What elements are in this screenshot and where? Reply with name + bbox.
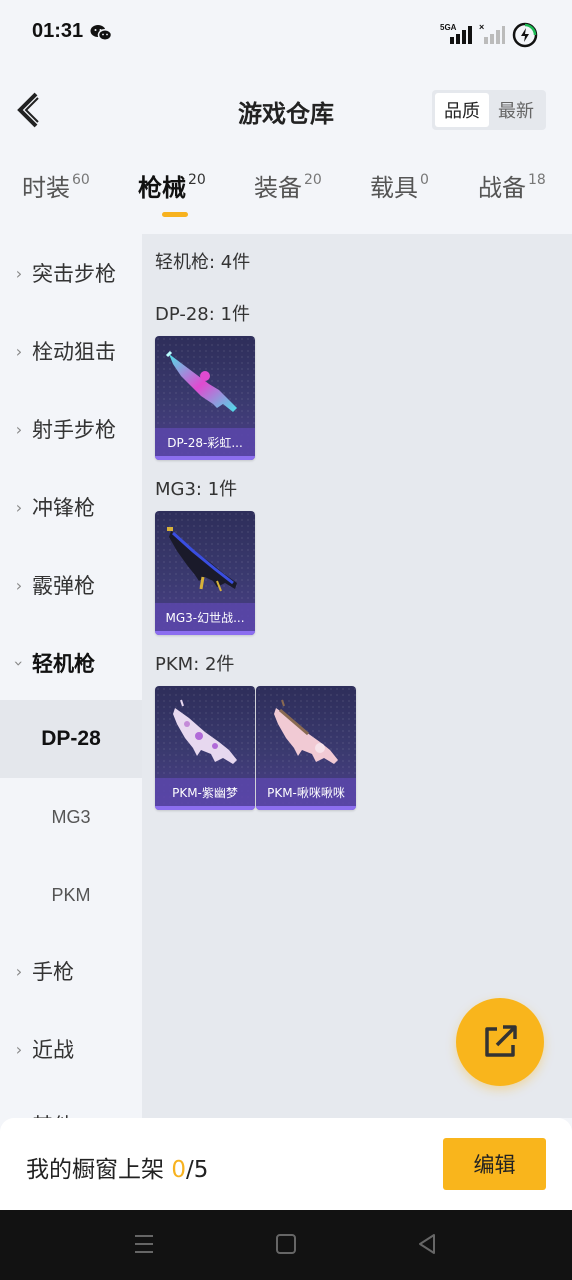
- showcase-shelf-label: 我的橱窗上架 0/5: [26, 1150, 208, 1184]
- back-triangle-icon[interactable]: [416, 1232, 438, 1260]
- shelf-label-text: 我的橱窗上架: [26, 1157, 164, 1183]
- item-name: DP-28-彩虹...: [155, 428, 255, 456]
- item-name: PKM-紫幽梦: [155, 778, 255, 806]
- tab-label: 载具: [370, 174, 418, 202]
- item-card[interactable]: PKM-啾咪啾咪: [256, 686, 356, 810]
- chevron-right-icon: ›: [15, 263, 23, 283]
- tab-count: 60: [72, 172, 90, 188]
- sidebar-item-smg[interactable]: › 冲锋枪: [0, 468, 142, 546]
- lmg-dark-skin-icon: [167, 527, 237, 592]
- tab-label: 战备: [478, 174, 526, 202]
- chevron-right-icon: ›: [15, 961, 23, 981]
- sort-newest-option[interactable]: 最新: [489, 93, 543, 127]
- tab-count: 18: [528, 172, 546, 188]
- battery-charging-icon: [512, 22, 538, 52]
- sidebar-item-label: 射手步枪: [32, 418, 116, 442]
- showcase-bar: 我的橱窗上架 0/5 编辑: [0, 1118, 572, 1210]
- category-title: PKM: 2件: [155, 654, 235, 675]
- sidebar-item-label: 突击步枪: [32, 262, 116, 286]
- chevron-right-icon: ›: [15, 419, 23, 439]
- tab-supplies[interactable]: 战备 18: [478, 168, 546, 224]
- status-time: 01:31: [32, 20, 84, 42]
- svg-text:×: ×: [479, 22, 484, 32]
- sidebar-sub-dp28[interactable]: DP-28: [0, 700, 142, 778]
- network-label: 5GA: [440, 23, 457, 32]
- tab-label: 枪械: [138, 174, 186, 202]
- chevron-right-icon: ›: [15, 575, 23, 595]
- sort-toggle: 品质 最新: [432, 90, 546, 130]
- sidebar-item-label: 栓动狙击: [32, 340, 116, 364]
- tab-count: 20: [304, 172, 322, 188]
- sidebar-item-melee[interactable]: › 近战: [0, 1010, 142, 1088]
- sidebar-item-label: 手枪: [32, 960, 74, 984]
- share-external-icon: [485, 1025, 517, 1057]
- inventory-content: 轻机枪: 4件 DP-28: 1件 DP-28-彩虹... MG3: 1件 MG…: [142, 234, 572, 1118]
- lmg-purple-skin-icon: [173, 699, 237, 764]
- status-bar: 01:31 5GA ×: [0, 0, 572, 68]
- sidebar-sub-pkm[interactable]: PKM: [0, 856, 142, 934]
- header: 游戏仓库 品质 最新: [0, 68, 572, 154]
- sidebar-item-shotgun[interactable]: › 霰弹枪: [0, 546, 142, 624]
- sidebar-item-other[interactable]: › 其他: [0, 1086, 142, 1118]
- weapon-type-sidebar: › 突击步枪 › 栓动狙击 › 射手步枪 › 冲锋枪 › 霰弹枪 › 轻机枪 D…: [0, 234, 142, 1118]
- shelf-total-count: /5: [185, 1157, 209, 1183]
- sidebar-item-label: 其他: [32, 1110, 74, 1118]
- system-nav-bar: [0, 1210, 572, 1280]
- sidebar-item-assault-rifle[interactable]: › 突击步枪: [0, 234, 142, 312]
- signal-5g-icon: 5GA: [438, 22, 474, 50]
- lmg-rainbow-skin-icon: [165, 350, 237, 412]
- tab-active-indicator: [162, 212, 188, 217]
- group-title: 轻机枪: 4件: [155, 252, 251, 273]
- sidebar-item-lmg[interactable]: › 轻机枪: [0, 624, 142, 702]
- chevron-right-icon: ›: [15, 1039, 23, 1059]
- menu-icon[interactable]: [133, 1232, 155, 1260]
- item-card[interactable]: DP-28-彩虹...: [155, 336, 255, 460]
- sidebar-item-label: 近战: [32, 1038, 74, 1062]
- edit-button[interactable]: 编辑: [443, 1138, 546, 1190]
- tab-fashion[interactable]: 时装 60: [22, 168, 90, 224]
- sidebar-item-marksman-rifle[interactable]: › 射手步枪: [0, 390, 142, 468]
- wechat-icon: [90, 24, 113, 46]
- tab-equipment[interactable]: 装备 20: [254, 168, 322, 224]
- sidebar-item-bolt-sniper[interactable]: › 栓动狙击: [0, 312, 142, 390]
- sidebar-item-label: 霰弹枪: [32, 574, 95, 598]
- chevron-right-icon: ›: [15, 497, 23, 517]
- sidebar-item-label: 轻机枪: [32, 652, 95, 676]
- sidebar-item-label: 冲锋枪: [32, 496, 95, 520]
- item-card[interactable]: PKM-紫幽梦: [155, 686, 255, 810]
- home-square-icon[interactable]: [275, 1232, 297, 1260]
- shelf-current-count: 0: [171, 1157, 186, 1183]
- tab-firearms[interactable]: 枪械 20: [138, 168, 206, 224]
- category-title: MG3: 1件: [155, 479, 238, 500]
- tab-count: 0: [420, 172, 429, 188]
- chevron-down-icon: ›: [9, 659, 29, 667]
- item-card[interactable]: MG3-幻世战...: [155, 511, 255, 635]
- tab-label: 时装: [22, 174, 70, 202]
- share-button[interactable]: [456, 998, 544, 1086]
- chevron-right-icon: ›: [15, 341, 23, 361]
- item-name: PKM-啾咪啾咪: [256, 778, 356, 806]
- tab-label: 装备: [254, 174, 302, 202]
- sort-quality-option[interactable]: 品质: [435, 93, 489, 127]
- item-name: MG3-幻世战...: [155, 603, 255, 631]
- tab-vehicles[interactable]: 载具 0: [370, 168, 429, 224]
- sidebar-sub-mg3[interactable]: MG3: [0, 778, 142, 856]
- tab-count: 20: [188, 172, 206, 188]
- category-title: DP-28: 1件: [155, 304, 250, 325]
- lmg-pink-skin-icon: [274, 699, 338, 764]
- category-tabs: 时装 60 枪械 20 装备 20 载具 0 战备 18: [0, 168, 572, 228]
- sidebar-item-pistol[interactable]: › 手枪: [0, 932, 142, 1010]
- signal-icon: ×: [478, 22, 506, 50]
